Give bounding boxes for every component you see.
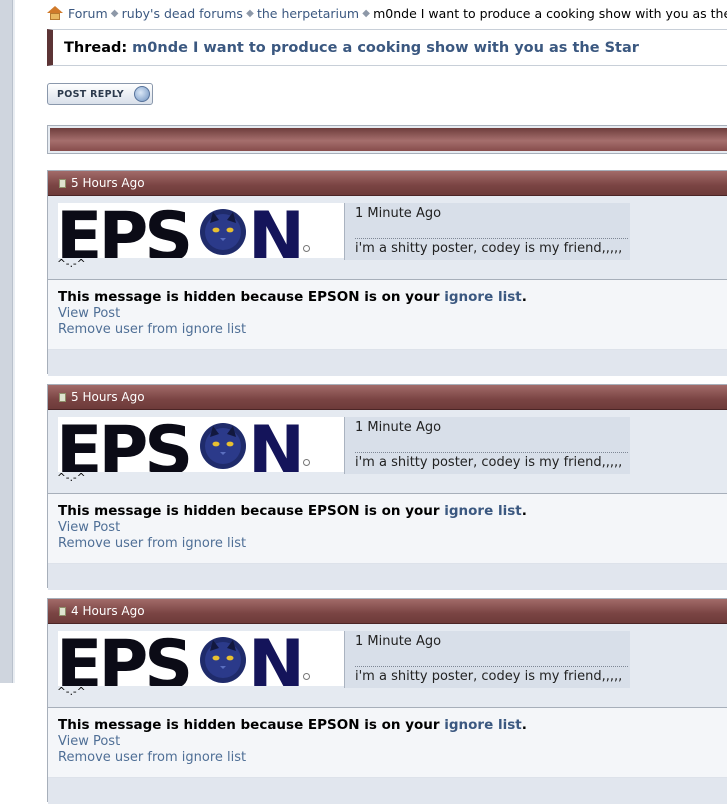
thread-title-bar: Thread: m0nde I want to produce a cookin… bbox=[47, 29, 727, 66]
user-title: ^-.-^ bbox=[57, 686, 86, 698]
svg-text:N: N bbox=[248, 631, 305, 686]
signature-time: 1 Minute Ago bbox=[355, 634, 442, 649]
svg-text:EPS: EPS bbox=[58, 203, 189, 258]
post-document-icon bbox=[59, 606, 66, 616]
thread-label: Thread: bbox=[64, 39, 128, 56]
breadcrumb-the-herpetarium[interactable]: the herpetarium bbox=[257, 6, 359, 21]
signature-text: i'm a shitty poster, codey is my friend,… bbox=[355, 455, 623, 470]
online-status-icon bbox=[303, 245, 310, 252]
svg-text:EPS: EPS bbox=[58, 417, 189, 472]
home-icon[interactable] bbox=[47, 6, 63, 20]
breadcrumb: Forum ◆ ruby's dead forums ◆ the herpeta… bbox=[47, 4, 727, 22]
signature-box: 1 Minute Ago i'm a shitty poster, codey … bbox=[344, 203, 630, 260]
username-logo[interactable]: EPS N bbox=[58, 631, 344, 686]
post-time: 5 Hours Ago bbox=[71, 390, 145, 404]
thread-tools-bar bbox=[47, 125, 727, 154]
signature-time: 1 Minute Ago bbox=[355, 420, 442, 435]
view-post-link[interactable]: View Post bbox=[58, 306, 727, 321]
breadcrumb-rubys-dead-forums[interactable]: ruby's dead forums bbox=[122, 6, 243, 21]
signature-text: i'm a shitty poster, codey is my friend,… bbox=[355, 669, 623, 684]
hidden-message-text: This message is hidden because EPSON is … bbox=[58, 289, 445, 305]
post-document-icon bbox=[59, 392, 66, 402]
hidden-message: This message is hidden because EPSON is … bbox=[58, 717, 727, 733]
post-reply-label: POST REPLY bbox=[57, 88, 124, 100]
post-user-info: EPS N ^-.-^ 1 Minute Ago i'm a shitty po… bbox=[48, 624, 727, 707]
breadcrumb-forum[interactable]: Forum bbox=[68, 6, 108, 21]
signature-divider bbox=[355, 666, 628, 667]
username-logo[interactable]: EPS N bbox=[58, 417, 344, 472]
hidden-message-area: This message is hidden because EPSON is … bbox=[48, 279, 727, 349]
cat-face-icon bbox=[200, 209, 246, 255]
svg-text:N: N bbox=[248, 203, 305, 258]
ignore-list-link[interactable]: ignore list bbox=[444, 289, 521, 305]
online-status-icon bbox=[303, 459, 310, 466]
left-sidebar-edge bbox=[0, 0, 13, 683]
signature-box: 1 Minute Ago i'm a shitty poster, codey … bbox=[344, 631, 630, 688]
user-title: ^-.-^ bbox=[57, 472, 86, 484]
breadcrumb-current: m0nde I want to produce a cooking show w… bbox=[373, 5, 727, 21]
post-reply-icon bbox=[134, 86, 150, 102]
hidden-message-area: This message is hidden because EPSON is … bbox=[48, 707, 727, 777]
post-reply-button[interactable]: POST REPLY bbox=[47, 83, 153, 105]
post-footer bbox=[48, 777, 727, 804]
remove-from-ignore-link[interactable]: Remove user from ignore list bbox=[58, 322, 727, 337]
post-user-info: EPS N ^-.-^ 1 Minute Ago i'm a shitty po… bbox=[48, 196, 727, 279]
breadcrumb-separator-icon: ◆ bbox=[362, 7, 370, 19]
remove-from-ignore-link[interactable]: Remove user from ignore list bbox=[58, 536, 727, 551]
svg-text:N: N bbox=[248, 417, 305, 472]
post-footer bbox=[48, 563, 727, 590]
hidden-message-suffix: . bbox=[521, 717, 527, 733]
signature-divider bbox=[355, 238, 628, 239]
post-time: 4 Hours Ago bbox=[71, 604, 145, 618]
signature-box: 1 Minute Ago i'm a shitty poster, codey … bbox=[344, 417, 630, 474]
post-header: 4 Hours Ago bbox=[48, 599, 727, 624]
hidden-message: This message is hidden because EPSON is … bbox=[58, 503, 727, 519]
post-header: 5 Hours Ago bbox=[48, 171, 727, 196]
svg-text:EPS: EPS bbox=[58, 631, 189, 686]
post-footer bbox=[48, 349, 727, 376]
hidden-message-area: This message is hidden because EPSON is … bbox=[48, 493, 727, 563]
view-post-link[interactable]: View Post bbox=[58, 520, 727, 535]
post: 5 Hours Ago EPS N ^-.-^ 1 Minute Ago i'm… bbox=[47, 384, 727, 590]
hidden-message-suffix: . bbox=[521, 503, 527, 519]
hidden-message: This message is hidden because EPSON is … bbox=[58, 289, 727, 305]
post-header: 5 Hours Ago bbox=[48, 385, 727, 410]
post: 4 Hours Ago EPS N ^-.-^ 1 Minute Ago i'm… bbox=[47, 598, 727, 804]
username-logo[interactable]: EPS N bbox=[58, 203, 344, 258]
signature-divider bbox=[355, 452, 628, 453]
ignore-list-link[interactable]: ignore list bbox=[444, 717, 521, 733]
post-user-info: EPS N ^-.-^ 1 Minute Ago i'm a shitty po… bbox=[48, 410, 727, 493]
view-post-link[interactable]: View Post bbox=[58, 734, 727, 749]
post-time: 5 Hours Ago bbox=[71, 176, 145, 190]
ignore-list-link[interactable]: ignore list bbox=[444, 503, 521, 519]
user-title: ^-.-^ bbox=[57, 258, 86, 270]
post-document-icon bbox=[59, 178, 66, 188]
left-sidebar-edge-highlight bbox=[13, 0, 15, 683]
thread-title[interactable]: m0nde I want to produce a cooking show w… bbox=[132, 40, 639, 56]
cat-face-icon bbox=[200, 637, 246, 683]
hidden-message-suffix: . bbox=[521, 289, 527, 305]
hidden-message-text: This message is hidden because EPSON is … bbox=[58, 717, 445, 733]
hidden-message-text: This message is hidden because EPSON is … bbox=[58, 503, 445, 519]
breadcrumb-separator-icon: ◆ bbox=[110, 7, 119, 19]
post: 5 Hours Ago EPS N ^-.-^ 1 Minute Ago i'm… bbox=[47, 170, 727, 376]
online-status-icon bbox=[303, 673, 310, 680]
remove-from-ignore-link[interactable]: Remove user from ignore list bbox=[58, 750, 727, 765]
signature-time: 1 Minute Ago bbox=[355, 206, 442, 221]
cat-face-icon bbox=[200, 423, 246, 469]
signature-text: i'm a shitty poster, codey is my friend,… bbox=[355, 241, 623, 256]
breadcrumb-separator-icon: ◆ bbox=[246, 7, 254, 19]
